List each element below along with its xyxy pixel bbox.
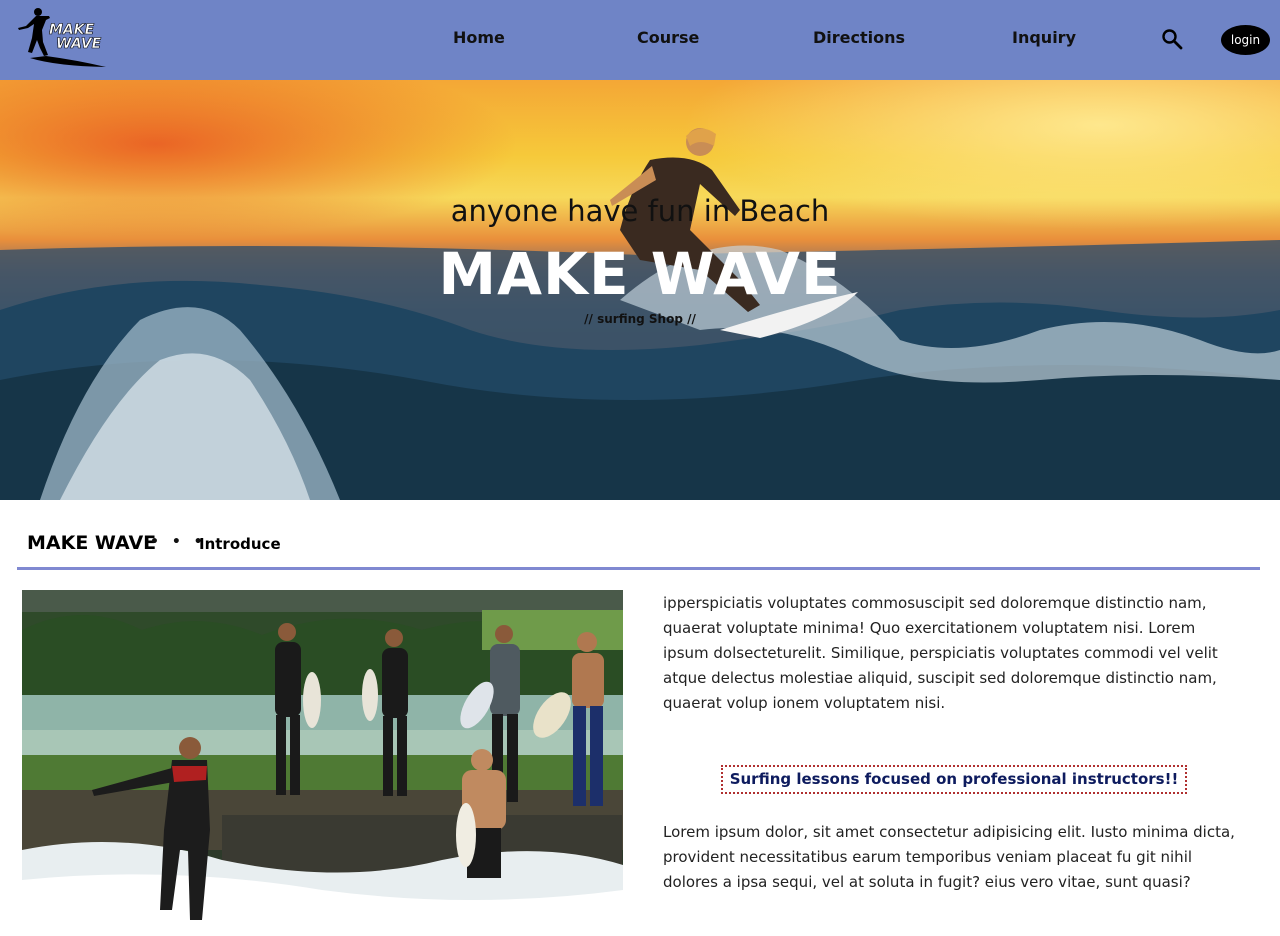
nav-inquiry[interactable]: Inquiry bbox=[1012, 28, 1076, 47]
hero-title: MAKE WAVE bbox=[438, 240, 842, 308]
introduce-section-header: MAKE WAVE • • • Introduce bbox=[17, 530, 1260, 570]
search-icon[interactable] bbox=[1160, 27, 1184, 51]
section-title: MAKE WAVE bbox=[27, 532, 157, 554]
logo-text-line2: WAVE bbox=[56, 36, 102, 52]
hero-subtitle: anyone have fun in Beach bbox=[450, 194, 830, 228]
make-wave-logo[interactable]: MAKE WAVE bbox=[16, 6, 108, 70]
login-button[interactable]: login bbox=[1221, 25, 1270, 55]
nav-home[interactable]: Home bbox=[453, 28, 505, 47]
top-navigation-bar: MAKE WAVE Home Course Directions Inquiry… bbox=[0, 0, 1280, 80]
section-subtitle: Introduce bbox=[199, 535, 281, 553]
hero-banner: anyone have fun in Beach MAKE WAVE // su… bbox=[0, 80, 1280, 500]
intro-paragraph-1: ipperspiciatis voluptates commosuscipit … bbox=[663, 594, 1218, 712]
highlight-banner: Surfing lessons focused on professional … bbox=[721, 765, 1187, 794]
surf-instructors-photo bbox=[22, 590, 623, 936]
intro-paragraph-2: Lorem ipsum dolor, sit amet consectetur … bbox=[663, 823, 1235, 891]
hero-tagline: // surfing Shop // bbox=[584, 312, 696, 326]
nav-course[interactable]: Course bbox=[637, 28, 699, 47]
nav-directions[interactable]: Directions bbox=[813, 28, 905, 47]
